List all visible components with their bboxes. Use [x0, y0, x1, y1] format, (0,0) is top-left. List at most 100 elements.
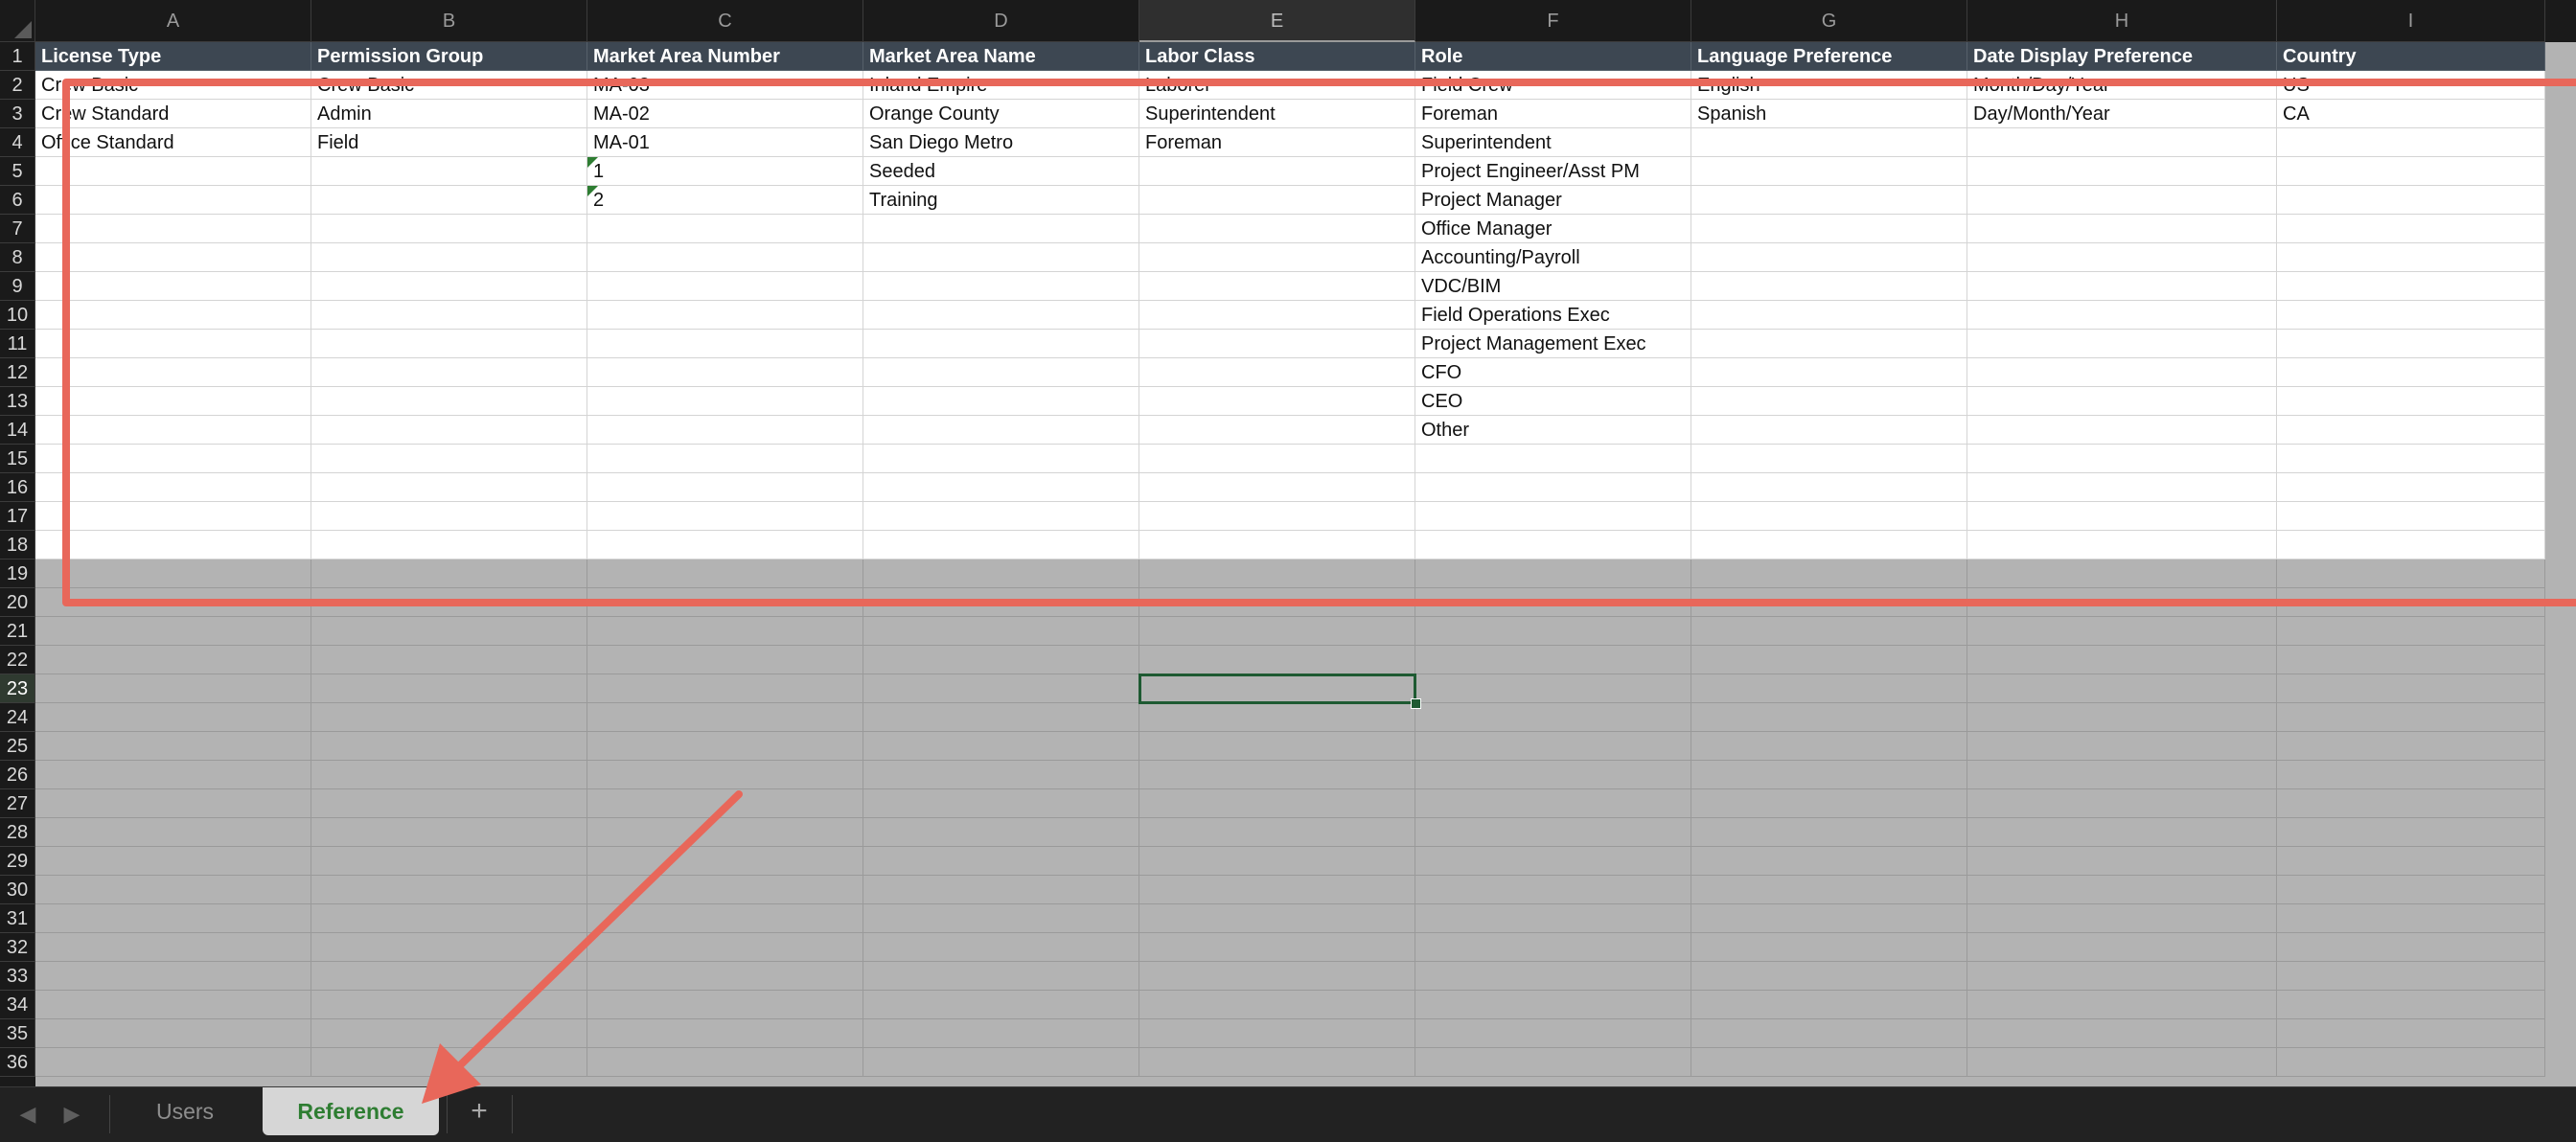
row-header-14[interactable]: 14: [0, 416, 35, 445]
cell-f16[interactable]: [1415, 473, 1691, 502]
cell-g12[interactable]: [1691, 358, 1967, 387]
cell-f1[interactable]: Role: [1415, 42, 1691, 71]
cell-d31[interactable]: [863, 904, 1139, 933]
cell-h6[interactable]: [1967, 186, 2277, 215]
cell-c9[interactable]: [587, 272, 863, 301]
cell-f3[interactable]: Foreman: [1415, 100, 1691, 128]
cell-d3[interactable]: Orange County: [863, 100, 1139, 128]
cell-a7[interactable]: [35, 215, 311, 243]
cell-c18[interactable]: [587, 531, 863, 560]
cell-i28[interactable]: [2277, 818, 2545, 847]
cell-e25[interactable]: [1139, 732, 1415, 761]
cell-d24[interactable]: [863, 703, 1139, 732]
cell-d20[interactable]: [863, 588, 1139, 617]
cell-d14[interactable]: [863, 416, 1139, 445]
cell-d13[interactable]: [863, 387, 1139, 416]
cell-e8[interactable]: [1139, 243, 1415, 272]
cell-b9[interactable]: [311, 272, 587, 301]
row-header-10[interactable]: 10: [0, 301, 35, 330]
cell-f5[interactable]: Project Engineer/Asst PM: [1415, 157, 1691, 186]
cell-d22[interactable]: [863, 646, 1139, 674]
cell-b33[interactable]: [311, 962, 587, 991]
cell-a18[interactable]: [35, 531, 311, 560]
cell-f9[interactable]: VDC/BIM: [1415, 272, 1691, 301]
cell-g35[interactable]: [1691, 1019, 1967, 1048]
cell-a13[interactable]: [35, 387, 311, 416]
cell-e12[interactable]: [1139, 358, 1415, 387]
cell-i14[interactable]: [2277, 416, 2545, 445]
cell-b17[interactable]: [311, 502, 587, 531]
cell-i3[interactable]: CA: [2277, 100, 2545, 128]
cell-a11[interactable]: [35, 330, 311, 358]
cell-a22[interactable]: [35, 646, 311, 674]
cell-f14[interactable]: Other: [1415, 416, 1691, 445]
cell-i7[interactable]: [2277, 215, 2545, 243]
cell-g2[interactable]: English: [1691, 71, 1967, 100]
tab-users[interactable]: Users: [111, 1087, 259, 1135]
cell-g19[interactable]: [1691, 560, 1967, 588]
cell-b5[interactable]: [311, 157, 587, 186]
cell-g26[interactable]: [1691, 761, 1967, 789]
cell-d28[interactable]: [863, 818, 1139, 847]
cell-c13[interactable]: [587, 387, 863, 416]
cell-e1[interactable]: Labor Class: [1139, 42, 1415, 71]
cell-a16[interactable]: [35, 473, 311, 502]
cell-g31[interactable]: [1691, 904, 1967, 933]
cell-f20[interactable]: [1415, 588, 1691, 617]
row-header-35[interactable]: 35: [0, 1019, 35, 1048]
cell-c4[interactable]: MA-01: [587, 128, 863, 157]
cell-c2[interactable]: MA-03: [587, 71, 863, 100]
cell-h31[interactable]: [1967, 904, 2277, 933]
cell-g22[interactable]: [1691, 646, 1967, 674]
cell-i25[interactable]: [2277, 732, 2545, 761]
cell-i1[interactable]: Country: [2277, 42, 2545, 71]
cell-f8[interactable]: Accounting/Payroll: [1415, 243, 1691, 272]
cell-g5[interactable]: [1691, 157, 1967, 186]
cell-i6[interactable]: [2277, 186, 2545, 215]
cell-e20[interactable]: [1139, 588, 1415, 617]
cell-b3[interactable]: Admin: [311, 100, 587, 128]
cell-c35[interactable]: [587, 1019, 863, 1048]
select-all-corner[interactable]: [0, 0, 35, 42]
cell-e3[interactable]: Superintendent: [1139, 100, 1415, 128]
cell-g15[interactable]: [1691, 445, 1967, 473]
cell-d7[interactable]: [863, 215, 1139, 243]
cell-a29[interactable]: [35, 847, 311, 876]
cell-d23[interactable]: [863, 674, 1139, 703]
cell-i16[interactable]: [2277, 473, 2545, 502]
cell-i36[interactable]: [2277, 1048, 2545, 1077]
cell-a34[interactable]: [35, 991, 311, 1019]
column-header-a[interactable]: A: [35, 0, 311, 42]
cell-f31[interactable]: [1415, 904, 1691, 933]
cell-e31[interactable]: [1139, 904, 1415, 933]
cell-f25[interactable]: [1415, 732, 1691, 761]
number-as-text-indicator-icon[interactable]: [587, 186, 598, 196]
cell-e30[interactable]: [1139, 876, 1415, 904]
cell-c25[interactable]: [587, 732, 863, 761]
cell-f10[interactable]: Field Operations Exec: [1415, 301, 1691, 330]
row-header-16[interactable]: 16: [0, 473, 35, 502]
cell-b15[interactable]: [311, 445, 587, 473]
cell-e9[interactable]: [1139, 272, 1415, 301]
cell-e14[interactable]: [1139, 416, 1415, 445]
cell-c34[interactable]: [587, 991, 863, 1019]
cell-f4[interactable]: Superintendent: [1415, 128, 1691, 157]
row-header-27[interactable]: 27: [0, 789, 35, 818]
cell-e4[interactable]: Foreman: [1139, 128, 1415, 157]
cell-i33[interactable]: [2277, 962, 2545, 991]
cell-a25[interactable]: [35, 732, 311, 761]
cell-h22[interactable]: [1967, 646, 2277, 674]
cell-h4[interactable]: [1967, 128, 2277, 157]
cell-c23[interactable]: [587, 674, 863, 703]
cell-c17[interactable]: [587, 502, 863, 531]
cell-c3[interactable]: MA-02: [587, 100, 863, 128]
cell-a35[interactable]: [35, 1019, 311, 1048]
cell-i23[interactable]: [2277, 674, 2545, 703]
cell-f19[interactable]: [1415, 560, 1691, 588]
cell-f36[interactable]: [1415, 1048, 1691, 1077]
cell-e28[interactable]: [1139, 818, 1415, 847]
cell-b36[interactable]: [311, 1048, 587, 1077]
cell-d5[interactable]: Seeded: [863, 157, 1139, 186]
cell-c20[interactable]: [587, 588, 863, 617]
cell-d15[interactable]: [863, 445, 1139, 473]
